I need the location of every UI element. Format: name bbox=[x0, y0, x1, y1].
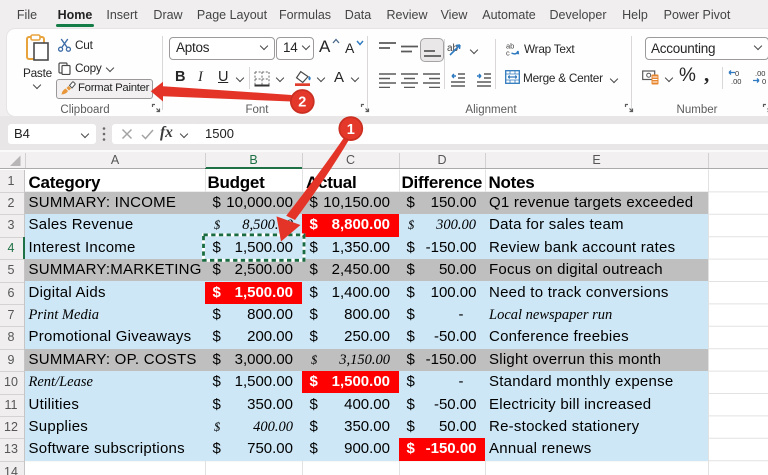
svg-text:2: 2 bbox=[298, 95, 306, 111]
svg-text:1: 1 bbox=[347, 122, 355, 138]
